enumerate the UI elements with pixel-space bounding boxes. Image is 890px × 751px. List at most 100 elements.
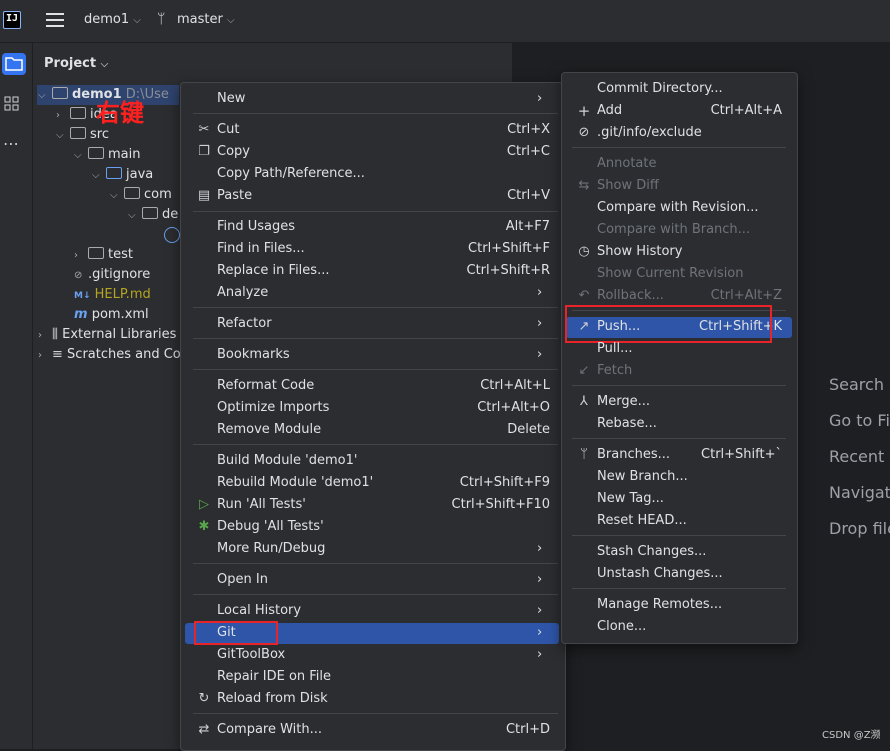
intellij-logo-icon[interactable]: IJ — [3, 11, 21, 29]
menu-item-compare-with[interactable]: Compare With... — [217, 719, 322, 741]
menu-separator — [572, 147, 786, 148]
annotation-box — [194, 621, 278, 645]
chevron-down-icon: ⌵ — [133, 15, 141, 26]
git-compare-branch[interactable]: Compare with Branch... — [597, 219, 750, 241]
editor-hint: Recent F — [829, 447, 890, 466]
menu-item-find-in-files[interactable]: Find in Files... — [217, 238, 305, 260]
menu-item-bookmarks[interactable]: Bookmarks — [217, 344, 290, 366]
ignore-icon: ⊘ — [578, 125, 590, 140]
menu-item-gittoolbox[interactable]: GitToolBox — [217, 644, 285, 666]
tree-node[interactable]: › ⫼ External Libraries — [38, 325, 176, 345]
menu-item-more-run-debug[interactable]: More Run/Debug — [217, 538, 325, 560]
tree-node[interactable]: ⌵ src — [56, 125, 109, 145]
project-switcher[interactable]: demo1 ⌵ — [84, 12, 141, 27]
package-icon — [142, 207, 158, 219]
git-unstash[interactable]: Unstash Changes... — [597, 563, 723, 585]
menu-item-paste[interactable]: Paste — [217, 185, 252, 207]
tree-node[interactable]: ⌵ main — [74, 145, 140, 165]
tree-node[interactable]: › ≡ Scratches and Co — [38, 345, 181, 365]
chevron-down-icon: ⌵ — [226, 15, 235, 26]
menu-separator — [193, 563, 558, 564]
menu-separator — [193, 211, 558, 212]
shortcut: Ctrl+Shift+R — [466, 263, 551, 278]
tree-node[interactable]: m pom.xml — [74, 305, 149, 325]
source-folder-icon — [106, 167, 122, 179]
git-merge[interactable]: Merge... — [597, 391, 650, 413]
more-tools-icon[interactable]: ⋯ — [3, 134, 19, 153]
git-annotate[interactable]: Annotate — [597, 153, 656, 175]
git-show-diff[interactable]: Show Diff — [597, 175, 659, 197]
menu-item-open-in[interactable]: Open In — [217, 569, 268, 591]
menu-separator — [193, 338, 558, 339]
tree-node[interactable]: M↓ HELP.md — [74, 285, 151, 305]
shortcut: Ctrl+Shift+` — [701, 447, 782, 462]
collapse-icon: › — [38, 350, 42, 361]
menu-item-copy-path[interactable]: Copy Path/Reference... — [217, 163, 365, 185]
git-new-tag[interactable]: New Tag... — [597, 488, 664, 510]
git-branches[interactable]: Branches... — [597, 444, 670, 466]
tree-node[interactable]: ⊘ .gitignore — [74, 265, 150, 285]
menu-item-analyze[interactable]: Analyze — [217, 282, 268, 304]
menu-separator — [572, 385, 786, 386]
menu-separator — [193, 307, 558, 308]
menu-item-refactor[interactable]: Refactor — [217, 313, 272, 335]
expand-icon: ⌵ — [92, 170, 100, 181]
git-rollback[interactable]: Rollback... — [597, 285, 664, 307]
menu-item-repair-ide[interactable]: Repair IDE on File — [217, 666, 331, 688]
git-clone[interactable]: Clone... — [597, 616, 646, 638]
branch-icon: ᛘ — [580, 447, 588, 462]
menu-item-run-tests[interactable]: Run 'All Tests' — [217, 494, 306, 516]
shortcut: Ctrl+Alt+A — [710, 103, 782, 118]
main-menu-icon[interactable] — [46, 13, 64, 27]
git-new-branch[interactable]: New Branch... — [597, 466, 688, 488]
shortcut: Ctrl+V — [507, 188, 550, 203]
tree-node[interactable]: ⌵ com — [110, 185, 172, 205]
git-commit-directory[interactable]: Commit Directory... — [597, 78, 723, 100]
rollback-icon: ↶ — [578, 288, 590, 303]
git-exclude[interactable]: .git/info/exclude — [597, 122, 702, 144]
menu-item-reformat[interactable]: Reformat Code — [217, 375, 314, 397]
tree-node[interactable]: › test — [74, 245, 133, 265]
git-stash[interactable]: Stash Changes... — [597, 541, 706, 563]
branch-switcher[interactable]: master ⌵ — [177, 12, 235, 27]
git-add[interactable]: Add — [597, 100, 622, 122]
shortcut: Ctrl+D — [505, 722, 550, 737]
git-reset-head[interactable]: Reset HEAD... — [597, 510, 687, 532]
git-pull[interactable]: Pull... — [597, 338, 632, 360]
tree-node[interactable]: ⌵ de — [128, 205, 178, 225]
menu-item-build-module[interactable]: Build Module 'demo1' — [217, 450, 357, 472]
menu-item-replace-in-files[interactable]: Replace in Files... — [217, 260, 329, 282]
submenu-arrow-icon: › — [537, 91, 543, 106]
git-rebase[interactable]: Rebase... — [597, 413, 657, 435]
project-name: demo1 — [84, 12, 130, 27]
menu-item-remove-module[interactable]: Remove Module — [217, 419, 321, 441]
git-show-current-revision[interactable]: Show Current Revision — [597, 263, 744, 285]
editor-hint: Go to Fi — [829, 411, 890, 430]
submenu-arrow-icon: › — [537, 316, 543, 331]
git-compare-revision[interactable]: Compare with Revision... — [597, 197, 759, 219]
structure-icon[interactable] — [4, 96, 20, 116]
git-show-history[interactable]: Show History — [597, 241, 682, 263]
menu-item-rebuild-module[interactable]: Rebuild Module 'demo1' — [217, 472, 373, 494]
library-icon: ⫼ — [52, 327, 58, 342]
menu-item-cut[interactable]: Cut — [217, 119, 239, 141]
menu-item-find-usages[interactable]: Find Usages — [217, 216, 295, 238]
debug-icon: ✱ — [198, 519, 210, 534]
menu-item-reload[interactable]: Reload from Disk — [217, 688, 328, 710]
menu-item-debug-tests[interactable]: Debug 'All Tests' — [217, 516, 324, 538]
menu-item-new[interactable]: New — [217, 88, 245, 110]
menu-separator — [572, 438, 786, 439]
project-tool-folder-icon[interactable] — [2, 53, 26, 75]
git-fetch[interactable]: Fetch — [597, 360, 632, 382]
expand-icon: ⌵ — [38, 90, 46, 101]
menu-separator — [193, 369, 558, 370]
expand-icon: ⌵ — [128, 210, 136, 221]
menu-item-optimize-imports[interactable]: Optimize Imports — [217, 397, 329, 419]
menu-item-local-history[interactable]: Local History — [217, 600, 301, 622]
panel-title[interactable]: Project ⌵ — [44, 56, 108, 71]
tree-node[interactable]: ⌵ java — [92, 165, 153, 185]
copy-icon: ❐ — [198, 144, 210, 159]
menu-item-copy[interactable]: Copy — [217, 141, 250, 163]
git-manage-remotes[interactable]: Manage Remotes... — [597, 594, 722, 616]
scratches-icon: ≡ — [52, 347, 63, 362]
